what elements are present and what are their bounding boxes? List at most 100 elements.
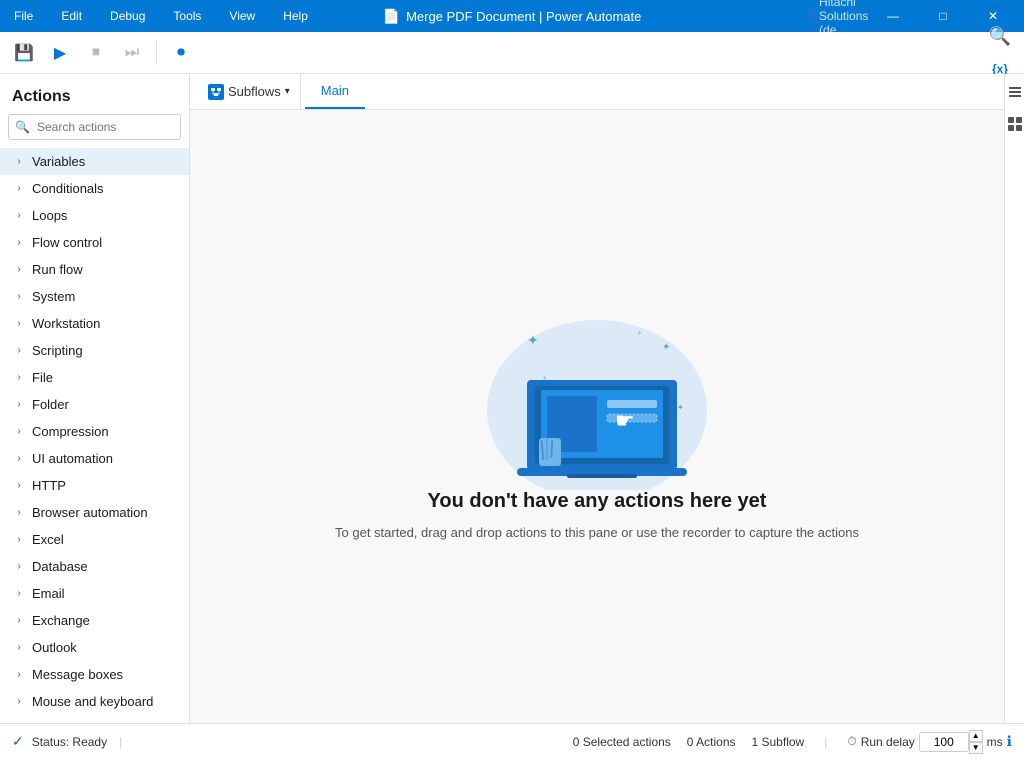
action-item-compression[interactable]: › Compression	[0, 418, 189, 445]
chevron-icon: ›	[12, 452, 26, 466]
action-label: Run flow	[32, 262, 83, 277]
subflows-button[interactable]: Subflows ▾	[198, 74, 301, 109]
action-item-clipboard[interactable]: › Clipboard	[0, 715, 189, 723]
search-box: 🔍	[8, 114, 181, 140]
svg-text:✦: ✦	[637, 330, 642, 337]
menu-debug[interactable]: Debug	[104, 5, 151, 27]
action-label: Workstation	[32, 316, 100, 331]
run-delay-label: Run delay	[861, 735, 915, 749]
menu-view[interactable]: View	[223, 5, 261, 27]
chevron-icon: ›	[12, 344, 26, 358]
action-item-conditionals[interactable]: › Conditionals	[0, 175, 189, 202]
action-item-database[interactable]: › Database	[0, 553, 189, 580]
search-button[interactable]: 🔍	[984, 21, 1016, 53]
info-icon[interactable]: ℹ	[1007, 733, 1012, 750]
subflows-icon	[208, 84, 224, 100]
action-item-loops[interactable]: › Loops	[0, 202, 189, 229]
chevron-icon: ›	[12, 668, 26, 682]
action-item-mouse-keyboard[interactable]: › Mouse and keyboard	[0, 688, 189, 715]
sidebar-title: Actions	[0, 74, 189, 114]
menu-file[interactable]: File	[8, 5, 39, 27]
action-label: Message boxes	[32, 667, 123, 682]
empty-illustration: ✦ ✦ ✦ ✦ ✦ ☛	[467, 290, 727, 490]
chevron-icon: ›	[12, 290, 26, 304]
svg-text:✦: ✦	[662, 342, 670, 353]
run-delay-down[interactable]: ▼	[969, 742, 983, 754]
actions-count-label: 0 Actions	[687, 735, 736, 749]
selected-actions-label: 0 Selected actions	[573, 735, 671, 749]
empty-subtitle: To get started, drag and drop actions to…	[335, 523, 859, 543]
tab-main[interactable]: Main	[305, 74, 365, 109]
record-button[interactable]: ⏺	[165, 37, 197, 69]
action-item-email[interactable]: › Email	[0, 580, 189, 607]
run-delay-input-group: ▲ ▼	[919, 730, 983, 754]
status-separator-2: |	[824, 735, 827, 749]
chevron-icon: ›	[12, 479, 26, 493]
main-area: Subflows ▾ Main ✦ ✦ ✦ ✦ ✦	[190, 74, 1004, 723]
action-item-workstation[interactable]: › Workstation	[0, 310, 189, 337]
toolbar-separator	[156, 41, 157, 65]
action-item-message-boxes[interactable]: › Message boxes	[0, 661, 189, 688]
action-item-variables[interactable]: › Variables	[0, 148, 189, 175]
svg-text:✦: ✦	[527, 332, 539, 348]
action-label: Database	[32, 559, 88, 574]
search-input[interactable]	[8, 114, 181, 140]
chevron-icon: ›	[12, 587, 26, 601]
action-label: System	[32, 289, 75, 304]
action-item-scripting[interactable]: › Scripting	[0, 337, 189, 364]
run-delay-input[interactable]	[919, 732, 969, 752]
action-item-flow-control[interactable]: › Flow control	[0, 229, 189, 256]
layers-button[interactable]	[1005, 82, 1024, 102]
chevron-icon: ›	[12, 371, 26, 385]
action-label: HTTP	[32, 478, 66, 493]
action-label: Email	[32, 586, 65, 601]
action-label: Folder	[32, 397, 69, 412]
action-item-exchange[interactable]: › Exchange	[0, 607, 189, 634]
skip-button[interactable]: ⏭	[116, 37, 148, 69]
action-label: Outlook	[32, 640, 77, 655]
chevron-icon: ›	[12, 155, 26, 169]
run-delay-up[interactable]: ▲	[969, 730, 983, 742]
status-right: 0 Selected actions 0 Actions 1 Subflow |…	[573, 730, 1012, 754]
menu-tools[interactable]: Tools	[167, 5, 207, 27]
empty-state: ✦ ✦ ✦ ✦ ✦ ☛	[190, 110, 1004, 723]
menu-help[interactable]: Help	[277, 5, 314, 27]
action-item-system[interactable]: › System	[0, 283, 189, 310]
stop-button[interactable]: ⏹	[80, 37, 112, 69]
action-item-file[interactable]: › File	[0, 364, 189, 391]
save-button[interactable]: 💾	[8, 37, 40, 69]
chevron-icon: ›	[12, 236, 26, 250]
action-item-outlook[interactable]: › Outlook	[0, 634, 189, 661]
subflow-count-label: 1 Subflow	[752, 735, 805, 749]
chevron-icon: ›	[12, 695, 26, 709]
assets-button[interactable]	[1005, 114, 1024, 134]
chevron-icon: ›	[12, 425, 26, 439]
status-separator-1: |	[119, 735, 122, 749]
action-label: Variables	[32, 154, 85, 169]
action-item-excel[interactable]: › Excel	[0, 526, 189, 553]
chevron-icon: ›	[12, 263, 26, 277]
minimize-button[interactable]: —	[870, 0, 916, 32]
action-item-browser-automation[interactable]: › Browser automation	[0, 499, 189, 526]
action-item-folder[interactable]: › Folder	[0, 391, 189, 418]
app-body: Actions 🔍 › Variables › Conditionals › L…	[0, 74, 1024, 723]
account-label: 👤 Hitachi Solutions (de...	[812, 0, 858, 32]
action-label: Compression	[32, 424, 109, 439]
right-panel	[1004, 74, 1024, 723]
run-button[interactable]: ▶	[44, 37, 76, 69]
action-item-run-flow[interactable]: › Run flow	[0, 256, 189, 283]
action-label: Flow control	[32, 235, 102, 250]
chevron-icon: ›	[12, 182, 26, 196]
chevron-icon: ›	[12, 506, 26, 520]
menu-edit[interactable]: Edit	[55, 5, 88, 27]
action-item-http[interactable]: › HTTP	[0, 472, 189, 499]
subflows-chevron-icon: ▾	[285, 86, 290, 97]
maximize-button[interactable]: □	[920, 0, 966, 32]
action-label: Excel	[32, 532, 64, 547]
action-label: UI automation	[32, 451, 113, 466]
action-label: Mouse and keyboard	[32, 694, 153, 709]
status-ok-icon: ✓	[12, 733, 24, 750]
subflows-label: Subflows	[228, 84, 281, 99]
action-item-ui-automation[interactable]: › UI automation	[0, 445, 189, 472]
chevron-icon: ›	[12, 209, 26, 223]
